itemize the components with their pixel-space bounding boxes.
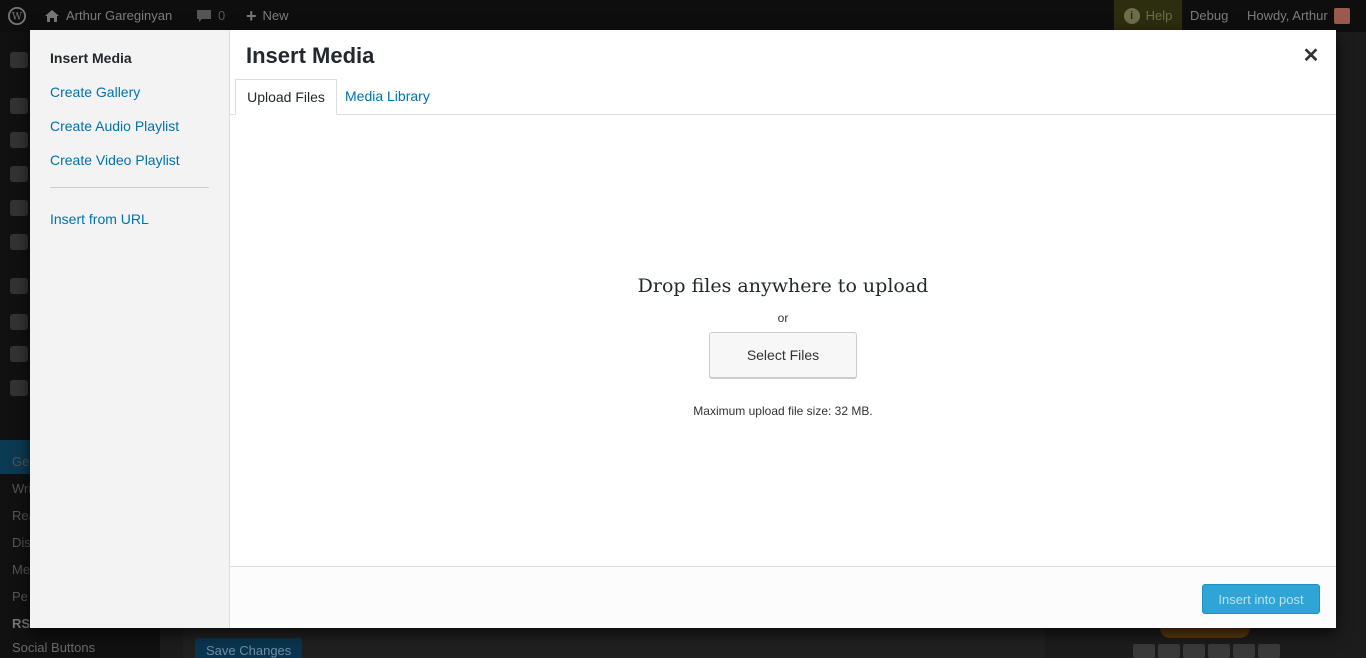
admin-bar-site-link[interactable]: Arthur Gareginyan: [44, 0, 172, 32]
card-icon: [1208, 644, 1230, 658]
tab-media-library[interactable]: Media Library: [335, 79, 440, 115]
max-upload-size: Maximum upload file size: 32 MB.: [693, 404, 873, 418]
links-icon[interactable]: [10, 166, 28, 182]
debug-label: Debug: [1190, 8, 1229, 23]
modal-title: Insert Media: [246, 43, 375, 68]
card-icon: [1133, 644, 1155, 658]
users-icon[interactable]: [10, 346, 28, 362]
submenu-item[interactable]: Pe: [12, 589, 28, 604]
submenu-item[interactable]: Dis: [12, 535, 31, 550]
close-icon[interactable]: ✕: [1294, 40, 1328, 70]
debug-menu[interactable]: Debug: [1190, 0, 1228, 32]
avatar: [1333, 8, 1350, 24]
card-icon: [1258, 644, 1280, 658]
menu-item-create-video-playlist[interactable]: Create Video Playlist: [50, 151, 180, 169]
comment-icon: [197, 10, 211, 22]
svg-text:W: W: [12, 12, 23, 23]
media-icon[interactable]: [10, 132, 28, 148]
menu-item-insert-from-url[interactable]: Insert from URL: [50, 210, 149, 228]
admin-bar: W Arthur Gareginyan 0 + New i Help Debug…: [0, 0, 1366, 32]
submenu-item[interactable]: Ge: [12, 454, 29, 469]
help-label: Help: [1145, 8, 1173, 23]
menu-separator: [50, 187, 209, 188]
or-label: or: [777, 311, 789, 325]
home-icon: [45, 10, 59, 22]
pin-icon[interactable]: [10, 98, 28, 114]
help-tab[interactable]: i Help: [1114, 0, 1182, 32]
submenu-item[interactable]: RS: [12, 616, 30, 631]
save-changes-button[interactable]: Save Changes: [195, 638, 303, 658]
admin-bar-comments[interactable]: 0: [196, 0, 225, 32]
payment-cards: [1133, 644, 1280, 658]
submenu-item[interactable]: Wri: [12, 481, 31, 496]
tab-upload-files[interactable]: Upload Files: [235, 79, 337, 115]
submenu-item[interactable]: Me: [12, 562, 30, 577]
wordpress-logo-icon[interactable]: W: [8, 0, 26, 32]
pages-icon[interactable]: [10, 200, 28, 216]
comments-icon[interactable]: [10, 234, 28, 250]
account-menu[interactable]: Howdy, Arthur: [1247, 0, 1350, 32]
card-icon: [1158, 644, 1180, 658]
donate-button[interactable]: [1160, 628, 1250, 638]
admin-bar-new[interactable]: + New: [246, 0, 289, 32]
upload-dropzone[interactable]: Drop files anywhere to upload or Select …: [230, 115, 1336, 566]
social-buttons-menu[interactable]: Social Buttons: [12, 640, 95, 655]
modal-toolbar: Insert into post: [230, 566, 1336, 628]
site-name: Arthur Gareginyan: [66, 8, 173, 23]
menu-item-insert-media[interactable]: Insert Media: [50, 49, 132, 67]
media-frame-menu: Insert Media Create Gallery Create Audio…: [30, 30, 230, 628]
insert-media-modal: Insert Media Create Gallery Create Audio…: [30, 30, 1336, 628]
plus-icon: +: [246, 6, 257, 26]
tools-icon[interactable]: [10, 380, 28, 396]
card-icon: [1233, 644, 1255, 658]
info-icon: i: [1123, 8, 1140, 24]
howdy-label: Howdy, Arthur: [1247, 8, 1328, 23]
appearance-icon[interactable]: [10, 278, 28, 294]
drop-files-title: Drop files anywhere to upload: [637, 275, 929, 297]
comments-count: 0: [218, 8, 226, 23]
plugins-icon[interactable]: [10, 314, 28, 330]
insert-into-post-button[interactable]: Insert into post: [1202, 584, 1320, 614]
dashboard-icon[interactable]: [10, 52, 28, 68]
select-files-button[interactable]: Select Files: [709, 332, 857, 378]
menu-item-create-gallery[interactable]: Create Gallery: [50, 83, 140, 101]
settings-panel: [183, 628, 1045, 658]
new-label: New: [262, 8, 289, 23]
menu-item-create-audio-playlist[interactable]: Create Audio Playlist: [50, 117, 179, 135]
card-icon: [1183, 644, 1205, 658]
